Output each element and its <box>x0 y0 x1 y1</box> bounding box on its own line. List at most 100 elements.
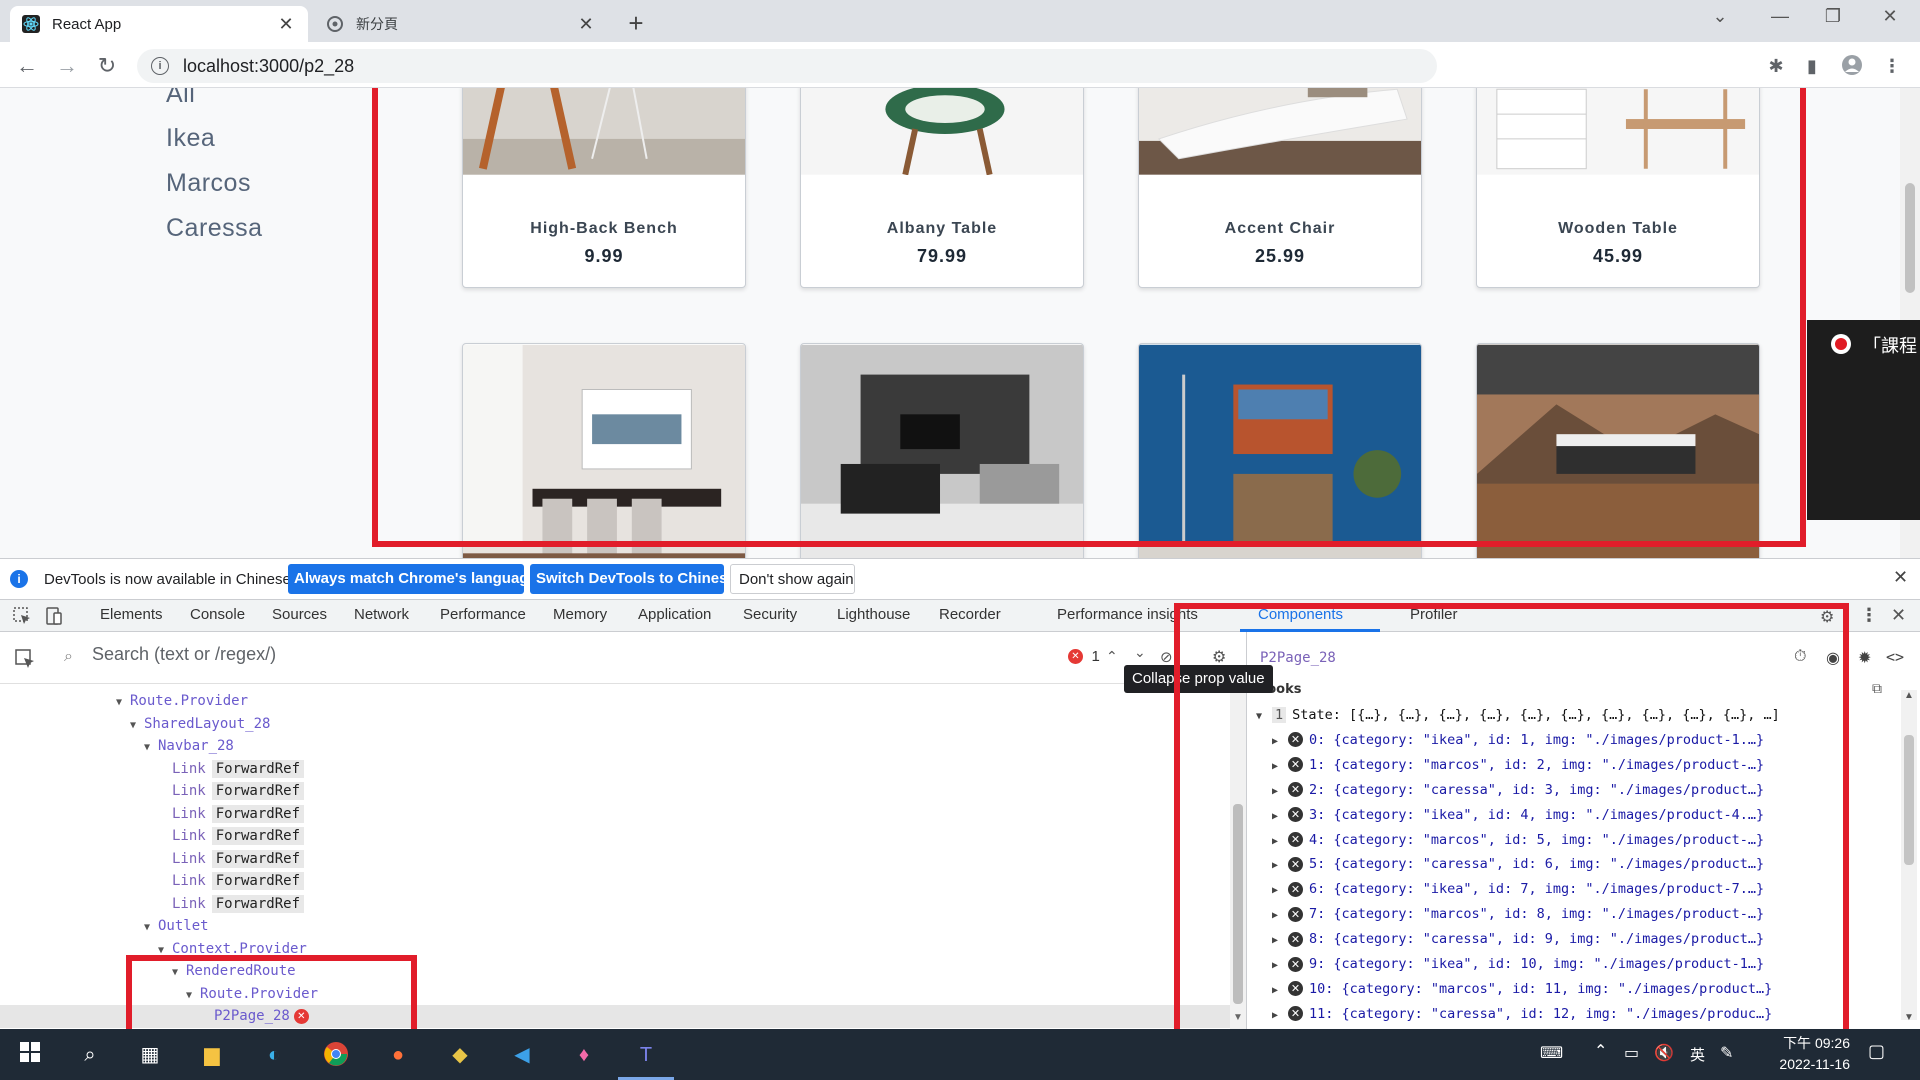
tree-node[interactable]: ▼ SharedLayout_28 <box>0 713 1230 736</box>
sourcetree-icon[interactable]: ◆ <box>446 1041 474 1069</box>
select-component-icon[interactable] <box>14 648 36 670</box>
tree-node[interactable]: ▼ Navbar_28 <box>0 735 1230 758</box>
edge-browser-icon[interactable]: ◐ <box>260 1041 288 1069</box>
notes-icon[interactable]: ✎ <box>1720 1043 1733 1063</box>
notification-center-icon[interactable]: ▢ <box>1868 1041 1885 1062</box>
vscode-icon[interactable]: ◀ <box>508 1041 536 1069</box>
scroll-down-arrow-icon[interactable]: ▼ <box>1904 1012 1914 1023</box>
tab-react-app[interactable]: React App ✕ <box>10 6 308 42</box>
inspect-element-icon[interactable] <box>12 606 32 626</box>
tab-elements[interactable]: Elements <box>100 606 163 623</box>
chevron-up-icon[interactable]: ⌃ <box>1594 1041 1607 1061</box>
tab-lighthouse[interactable]: Lighthouse <box>837 606 910 623</box>
bug-icon[interactable]: ✹ <box>1858 648 1871 668</box>
annotation-box <box>1174 603 1849 1053</box>
chevron-up-icon[interactable]: ⌃ <box>1106 648 1118 665</box>
inspector-scrollbar[interactable] <box>1901 690 1917 1020</box>
tree-node-label: Link <box>172 828 206 844</box>
category-link-all[interactable]: All <box>166 88 195 109</box>
tree-node[interactable]: Link ForwardRef <box>0 870 1230 893</box>
ime-indicator[interactable]: 英 <box>1690 1044 1705 1065</box>
tree-node[interactable]: Link ForwardRef <box>0 780 1230 803</box>
info-icon[interactable]: i <box>151 57 169 75</box>
tab-security[interactable]: Security <box>743 606 797 623</box>
tree-node-label: Link <box>172 783 206 799</box>
forwardref-badge: ForwardRef <box>211 804 305 823</box>
tab-network[interactable]: Network <box>354 606 409 623</box>
back-arrow-icon[interactable]: ← <box>12 51 42 81</box>
tree-node[interactable]: Link ForwardRef <box>0 758 1230 781</box>
tree-node[interactable]: Link ForwardRef <box>0 825 1230 848</box>
tab-console[interactable]: Console <box>190 606 245 623</box>
tree-node[interactable]: ▼ Route.Provider <box>0 690 1230 713</box>
tree-node[interactable]: ▼ Outlet <box>0 915 1230 938</box>
device-toolbar-icon[interactable] <box>44 606 64 626</box>
screen-recorder-overlay: 「課程 <box>1807 320 1920 520</box>
always-match-language-button[interactable]: Always match Chrome's language <box>288 564 524 594</box>
tab-title: React App <box>52 15 122 33</box>
scroll-up-arrow-icon[interactable]: ▲ <box>1904 690 1914 701</box>
windows-start-icon[interactable] <box>16 1041 44 1069</box>
paint-drop-icon[interactable]: ♦ <box>570 1041 598 1069</box>
forwardref-badge: ForwardRef <box>211 782 305 800</box>
chrome-icon[interactable] <box>322 1041 350 1069</box>
clear-errors-icon[interactable]: ⊘ <box>1160 648 1173 666</box>
error-count-badge[interactable]: ✕ 1 <box>1068 648 1100 666</box>
teams-icon[interactable]: T <box>632 1041 660 1069</box>
copy-icon[interactable]: ⧉ <box>1872 680 1882 697</box>
tab-recorder[interactable]: Recorder <box>939 606 1001 623</box>
new-tab-button[interactable]: + <box>621 8 651 39</box>
address-bar[interactable]: i localhost:3000/p2_28 <box>137 49 1437 83</box>
tree-node[interactable]: Link ForwardRef <box>0 893 1230 916</box>
close-tab-icon[interactable]: ✕ <box>576 14 596 35</box>
system-clock[interactable]: 下午 09:26 2022-11-16 <box>1754 1033 1850 1075</box>
caret-down-icon: ▼ <box>116 697 123 708</box>
forwardref-badge: ForwardRef <box>211 849 305 868</box>
dont-show-again-button[interactable]: Don't show again <box>730 564 855 594</box>
react-icon <box>22 15 40 33</box>
volume-muted-icon[interactable]: 🔇 <box>1654 1043 1674 1063</box>
kebab-menu-icon[interactable]: ⋮ <box>1880 54 1904 78</box>
maximize-icon[interactable]: ❐ <box>1813 6 1853 27</box>
close-infobar-icon[interactable]: ✕ <box>1893 567 1908 588</box>
close-window-icon[interactable]: ✕ <box>1870 6 1910 27</box>
tab-memory[interactable]: Memory <box>553 606 607 623</box>
tab-sources[interactable]: Sources <box>272 606 327 623</box>
forward-arrow-icon[interactable]: → <box>52 51 82 81</box>
close-tab-icon[interactable]: ✕ <box>276 14 296 35</box>
extensions-puzzle-icon[interactable]: ✱ <box>1764 54 1788 78</box>
category-link-marcos[interactable]: Marcos <box>166 169 251 198</box>
forwardref-badge: ForwardRef <box>211 827 305 845</box>
task-view-icon[interactable]: ▦ <box>136 1041 164 1069</box>
tab-search-chevron-icon[interactable]: ⌄ <box>1700 6 1740 27</box>
record-icon <box>1831 334 1851 354</box>
tree-node-label: Link <box>172 873 206 889</box>
chevron-down-icon[interactable]: ⌄ <box>1134 644 1146 661</box>
category-link-caressa[interactable]: Caressa <box>166 214 263 243</box>
tree-node-label: Link <box>172 850 206 867</box>
profile-avatar-icon[interactable] <box>1840 54 1864 78</box>
tree-node-label: Link <box>172 895 206 912</box>
more-options-icon[interactable]: ⋮ <box>1860 605 1878 626</box>
component-search-input[interactable]: Search (text or /regex/) <box>92 644 276 665</box>
side-panel-icon[interactable]: ▮ <box>1800 54 1824 78</box>
minimize-icon[interactable]: — <box>1760 6 1800 27</box>
tree-node[interactable]: Link ForwardRef <box>0 803 1230 826</box>
forwardref-badge: ForwardRef <box>211 872 305 890</box>
firefox-icon[interactable]: ● <box>384 1041 412 1069</box>
network-icon[interactable]: ▭ <box>1624 1043 1639 1063</box>
tree-node-label: Link <box>172 760 206 777</box>
reload-icon[interactable]: ↻ <box>92 51 122 81</box>
close-devtools-icon[interactable]: ✕ <box>1891 605 1906 626</box>
tab-new-tab[interactable]: 新分頁 ✕ <box>314 6 608 42</box>
keyboard-icon[interactable]: ⌨ <box>1540 1043 1563 1063</box>
switch-to-chinese-button[interactable]: Switch DevTools to Chinese <box>530 564 724 594</box>
file-explorer-icon[interactable]: ▆ <box>198 1041 226 1069</box>
category-link-ikea[interactable]: Ikea <box>166 124 215 153</box>
search-icon[interactable]: ⌕ <box>76 1041 104 1069</box>
tree-node-label: Route.Provider <box>130 693 249 709</box>
tab-performance[interactable]: Performance <box>440 606 526 623</box>
tab-application[interactable]: Application <box>638 606 711 623</box>
tree-node[interactable]: Link ForwardRef <box>0 848 1230 871</box>
view-source-icon[interactable]: <> <box>1886 648 1904 666</box>
